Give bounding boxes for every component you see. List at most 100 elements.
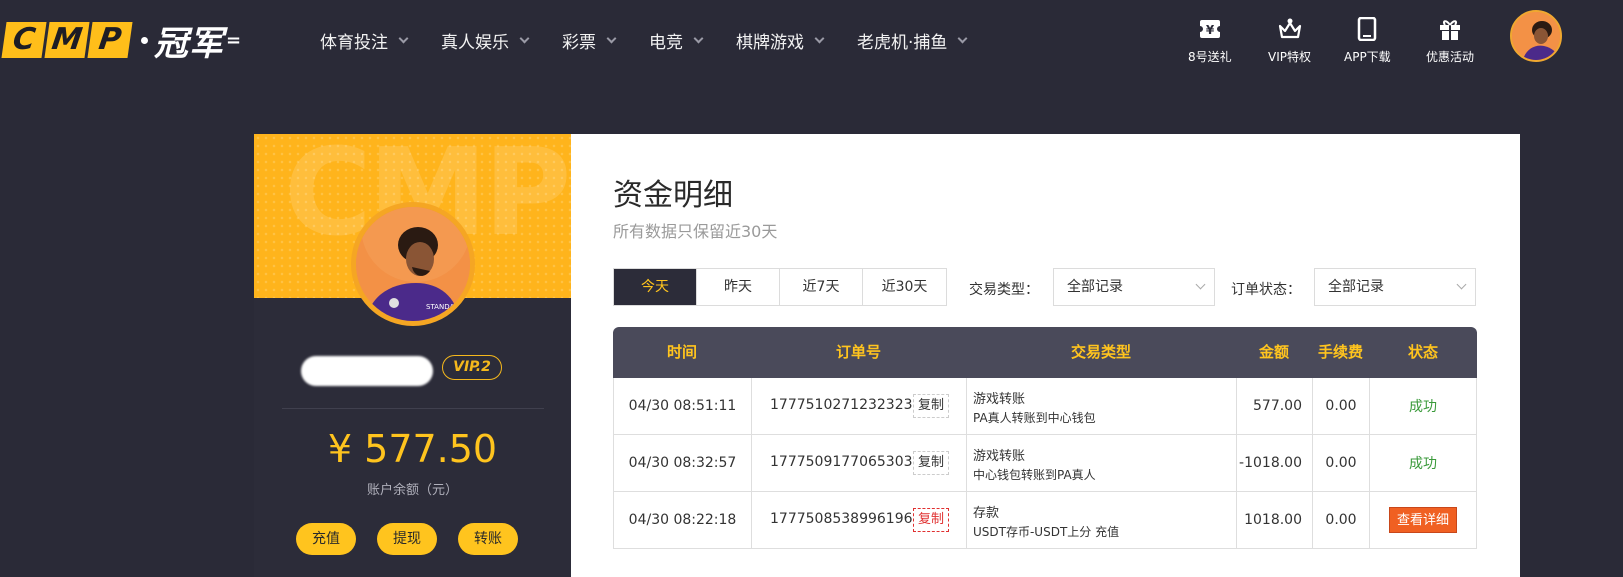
cell-amount: 1018.00 [1237,492,1313,548]
select-value: 全部记录 [1067,279,1123,295]
select-value: 全部记录 [1328,279,1384,295]
nav-item-label: 电竞 [649,33,683,53]
cell-status: 成功 [1370,378,1476,434]
transaction-type: 存款 [973,506,1000,521]
view-details-button[interactable]: 查看详细 [1388,507,1457,533]
balance-label: 账户余额（元） [366,483,458,498]
tab-last-30-days[interactable]: 近30天 [863,269,946,305]
svg-text:¥: ¥ [1206,23,1215,37]
order-number: 1777510271232323 [770,397,913,413]
chevron-down-icon [957,33,968,43]
table-row: 04/30 08:22:18 1777508538996196 复制 存款 US… [613,492,1477,549]
chevron-down-icon [606,33,617,43]
user-avatar[interactable] [1510,10,1562,62]
order-status-select[interactable]: 全部记录 [1314,268,1476,306]
cell-order: 1777508538996196 复制 [752,492,967,548]
transaction-type-select[interactable]: 全部记录 [1053,268,1215,306]
transaction-detail: 中心钱包转账到PA真人 [973,468,1096,482]
table-row: 04/30 08:32:57 1777509177065303 复制 游戏转账 … [613,435,1477,492]
copy-button[interactable]: 复制 [913,508,950,532]
quick-link-label: 8号送礼 [1188,50,1232,64]
cell-type: 存款 USDT存币-USDT上分 充值 [967,492,1237,548]
nav-item-label: 体育投注 [320,33,388,53]
phone-icon [1352,14,1382,44]
yen-ticket-icon: ¥ [1195,14,1225,44]
transaction-detail: USDT存币-USDT上分 充值 [973,525,1120,539]
nav-item-label: 老虎机·捕鱼 [857,33,948,53]
tab-yesterday[interactable]: 昨天 [697,269,780,305]
cell-amount: -1018.00 [1237,435,1313,491]
logo-letter: M [44,22,90,58]
account-balance: ¥ 577.50 [327,427,498,471]
nav-item-card-games[interactable]: 棋牌游戏 [736,28,825,53]
quick-link-label: 优惠活动 [1426,50,1475,64]
profile-avatar: STANDARD [351,202,475,326]
nav-item-esports[interactable]: 电竞 [649,28,704,53]
gift-icon [1435,14,1465,44]
fund-details-panel: 资金明细 所有数据只保留近30天 今天 昨天 近7天 近30天 交易类型： 全部… [571,134,1520,577]
logo-dot [141,36,148,44]
nav-item-lottery[interactable]: 彩票 [562,28,617,53]
cell-order: 1777509177065303 复制 [752,435,967,491]
cmp-logo[interactable]: C M P 冠军 = [1,20,242,64]
tab-last-7-days[interactable]: 近7天 [780,269,863,305]
chevron-down-icon [814,33,825,43]
transaction-type-label: 交易类型： [969,282,1039,298]
nav-item-live-casino[interactable]: 真人娱乐 [441,28,530,53]
cell-status: 成功 [1370,435,1476,491]
crown-icon [1275,14,1305,44]
column-header-type: 交易类型 [1070,343,1131,361]
status-success: 成功 [1409,399,1437,415]
quick-link-app-download[interactable]: APP下载 [1344,14,1391,65]
quick-link-label: APP下载 [1344,50,1391,64]
quick-link-promotions[interactable]: 优惠活动 [1426,14,1474,65]
quick-link-label: VIP特权 [1268,50,1311,64]
cell-amount: 577.00 [1237,378,1313,434]
quick-link-vip[interactable]: VIP特权 [1268,14,1311,65]
nav-item-slots-fishing[interactable]: 老虎机·捕鱼 [857,28,968,53]
cell-status: 查看详细 [1370,492,1476,548]
copy-button[interactable]: 复制 [913,394,950,418]
logo-letters: C M P [1,22,133,58]
column-header-status: 状态 [1407,343,1438,361]
vip-level-badge: VIP.2 [442,355,502,380]
divider [282,408,544,409]
column-header-fee: 手续费 [1317,343,1363,361]
column-header-order: 订单号 [835,343,881,361]
status-success: 成功 [1409,456,1437,472]
top-navbar: C M P 冠军 = 体育投注 真人娱乐 彩票 电竞 棋牌游戏 老虎机·捕鱼 ¥… [0,0,1623,84]
username-redacted [301,356,433,386]
chevron-down-icon [519,33,530,43]
column-header-time: 时间 [666,343,697,361]
deposit-button[interactable]: 充值 [296,523,356,555]
page-subtitle: 所有数据只保留近30天 [613,222,778,241]
cell-order: 1777510271232323 复制 [752,378,967,434]
logo-swoosh: = [226,29,242,51]
quick-link-gift-8[interactable]: ¥ 8号送礼 [1188,14,1232,65]
chevron-down-icon [1456,279,1467,290]
page-title: 资金明细 [613,178,733,213]
nav-item-sports[interactable]: 体育投注 [320,28,409,53]
cell-time: 04/30 08:22:18 [614,492,752,548]
cell-fee: 0.00 [1313,435,1370,491]
nav-item-label: 棋牌游戏 [736,33,804,53]
transaction-detail: PA真人转账到中心钱包 [973,411,1096,425]
nav-item-label: 真人娱乐 [441,33,509,53]
cell-time: 04/30 08:51:11 [614,378,752,434]
logo-letter: C [1,22,47,58]
column-header-amount: 金额 [1258,343,1289,361]
copy-button[interactable]: 复制 [913,451,950,475]
transfer-button[interactable]: 转账 [458,523,518,555]
table-row: 04/30 08:51:11 1777510271232323 复制 游戏转账 … [613,378,1477,435]
svg-text:STANDARD: STANDARD [426,303,465,311]
order-status-label: 订单状态： [1231,282,1301,298]
transaction-type: 游戏转账 [973,392,1026,407]
table-header: 时间 订单号 交易类型 金额 手续费 状态 [613,327,1477,378]
main-nav: 体育投注 真人娱乐 彩票 电竞 棋牌游戏 老虎机·捕鱼 [320,28,1000,53]
logo-chinese-text: 冠军 [154,23,224,64]
tab-today[interactable]: 今天 [614,269,697,305]
transaction-type: 游戏转账 [973,449,1026,464]
chevron-down-icon [1195,279,1206,290]
chevron-down-icon [693,33,704,43]
withdraw-button[interactable]: 提现 [377,523,437,555]
